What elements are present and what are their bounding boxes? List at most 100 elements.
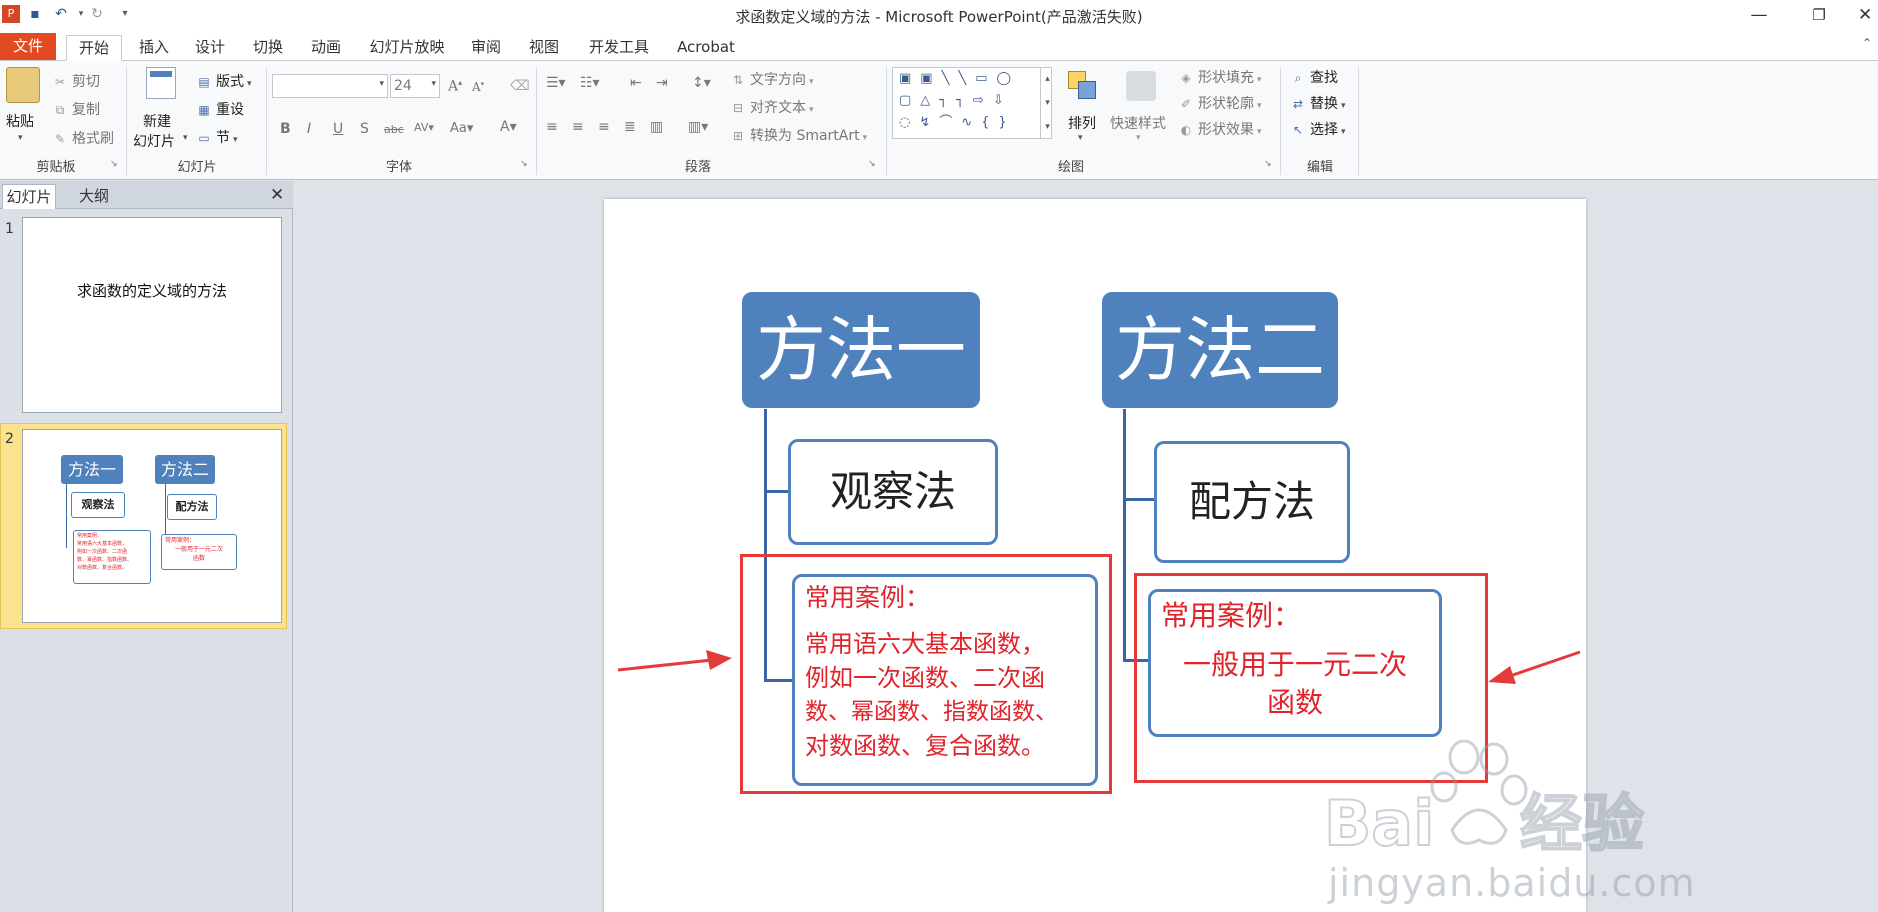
increase-indent-icon[interactable]: ⇥ — [656, 75, 668, 91]
ribbon-collapse-icon[interactable]: ⌃ — [1862, 36, 1872, 50]
tab-acrobat[interactable]: Acrobat — [668, 35, 744, 61]
italic-icon[interactable]: I — [307, 121, 311, 137]
thumb-case2-line: 一般用于一元二次 — [174, 546, 223, 553]
reset-button[interactable]: ▦ 重设 — [196, 99, 244, 119]
observation-method-box[interactable]: 观察法 — [788, 439, 998, 545]
chevron-down-icon: ▾ — [379, 79, 384, 89]
paste-label[interactable]: 粘贴 — [6, 111, 34, 131]
convert-smartart-button[interactable]: ⊞ 转换为 SmartArt ▾ — [730, 125, 867, 145]
baidu-watermark: Bai 经验 jingyan.baidu.com — [1323, 735, 1695, 905]
char-spacing-icon[interactable]: AV▾ — [414, 121, 434, 134]
strikethrough-icon[interactable]: abc — [384, 123, 404, 136]
arrange-label[interactable]: 排列 — [1068, 113, 1096, 133]
new-slide-label-1[interactable]: 新建 — [143, 111, 171, 131]
shrink-font-icon[interactable]: A▾ — [472, 80, 484, 94]
quick-styles-dropdown-icon[interactable]: ▾ — [1136, 133, 1141, 143]
font-size-combo[interactable]: 24 ▾ — [390, 74, 440, 98]
select-button[interactable]: ↖ 选择 ▾ — [1290, 119, 1346, 139]
arrange-icon[interactable] — [1068, 71, 1096, 101]
text-direction-button[interactable]: ⇅ 文字方向 ▾ — [730, 69, 814, 89]
cut-button[interactable]: ✂ 剪切 — [52, 71, 100, 91]
font-color-icon[interactable]: A▾ — [500, 119, 517, 135]
decrease-indent-icon[interactable]: ⇤ — [630, 75, 642, 91]
chevron-down-icon: ▾ — [247, 79, 252, 89]
tab-transitions[interactable]: 切换 — [244, 35, 292, 61]
numbering-icon[interactable]: ☷▾ — [580, 75, 600, 91]
slide-canvas[interactable]: 方法一 方法二 观察法 配方法 常用案例： 常用语六大基本函数， 例如一次函数、… — [604, 199, 1695, 912]
completing-square-method-box[interactable]: 配方法 — [1154, 441, 1350, 563]
quick-styles-label[interactable]: 快速样式 — [1110, 113, 1166, 133]
underline-icon[interactable]: U — [333, 121, 343, 137]
shape-icons-row-1[interactable]: ▣▣╲╲▭◯ — [893, 68, 1051, 90]
line-spacing-icon[interactable]: ↕▾ — [692, 75, 711, 91]
ribbon: 粘贴 ▾ ✂ 剪切 ⧉ 复制 ✎ 格式刷 剪贴板 ↘ 新建 幻灯片 ▾ ▤ 版式 ▾ ▦ 重… — [0, 61, 1878, 180]
section-icon: ▭ — [198, 131, 210, 145]
new-slide-dropdown-icon[interactable]: ▾ — [183, 133, 188, 143]
format-painter-button[interactable]: ✎ 格式刷 — [52, 128, 114, 148]
change-case-icon[interactable]: Aa▾ — [450, 121, 473, 136]
drawing-launcher-icon[interactable]: ↘ — [1264, 159, 1275, 170]
find-button[interactable]: ⌕ 查找 — [1290, 67, 1338, 87]
group-label-slides: 幻灯片 — [177, 160, 217, 175]
tab-design[interactable]: 设计 — [186, 35, 234, 61]
replace-button[interactable]: ⇄ 替换 ▾ — [1290, 93, 1346, 113]
shape-fill-button[interactable]: ◈ 形状填充 ▾ — [1178, 67, 1261, 87]
slide-thumbnail-2[interactable]: 方法一 方法二 观察法 配方法 常用案例： 常用语六大基本函数， 例如一次函数、… — [22, 429, 282, 623]
method2-title-box[interactable]: 方法二 — [1102, 292, 1338, 408]
font-launcher-icon[interactable]: ↘ — [520, 159, 531, 170]
watermark-url: jingyan.baidu.com — [1328, 861, 1696, 905]
tab-developer[interactable]: 开发工具 — [580, 35, 658, 61]
chevron-down-icon: ▾ — [1257, 127, 1262, 137]
slide-thumbnail-1[interactable]: 求函数的定义域的方法 — [22, 217, 282, 413]
chevron-down-icon: ▾ — [809, 77, 814, 87]
tab-view[interactable]: 视图 — [520, 35, 568, 61]
new-slide-label-2[interactable]: 幻灯片 — [133, 131, 175, 151]
shape-icons-row-3[interactable]: ◌↯⌒∿{} — [893, 112, 1051, 134]
paste-dropdown-icon[interactable]: ▾ — [18, 133, 23, 143]
align-center-icon[interactable]: ≡ — [572, 119, 584, 135]
restore-icon[interactable]: ❐ — [1804, 4, 1834, 26]
section-button[interactable]: ▭ 节 ▾ — [196, 127, 237, 147]
clear-format-icon[interactable]: ⌫ — [510, 78, 530, 94]
chevron-down-icon: ▾ — [862, 133, 868, 143]
tab-review[interactable]: 审阅 — [462, 35, 510, 61]
align-left-icon[interactable]: ≡ — [546, 119, 558, 135]
arrange-dropdown-icon[interactable]: ▾ — [1078, 133, 1083, 143]
tab-home[interactable]: 开始 — [66, 35, 122, 61]
copy-button[interactable]: ⧉ 复制 — [52, 99, 100, 119]
bullets-icon[interactable]: ☰▾ — [546, 75, 566, 91]
align-right-icon[interactable]: ≡ — [598, 119, 610, 135]
new-slide-icon[interactable] — [146, 67, 176, 99]
grow-font-icon[interactable]: A▴ — [448, 78, 462, 95]
tab-slides[interactable]: 幻灯片 — [2, 184, 56, 209]
shape-outline-button[interactable]: ✐ 形状轮廓 ▾ — [1178, 93, 1262, 113]
tab-animations[interactable]: 动画 — [302, 35, 350, 61]
shadow-icon[interactable]: S — [360, 121, 369, 137]
tab-outline[interactable]: 大纲 — [64, 184, 124, 209]
close-pane-icon[interactable]: ✕ — [270, 185, 284, 205]
shapes-gallery[interactable]: ▣▣╲╲▭◯ ▢△┐┐⇨⇩ ◌↯⌒∿{} — [892, 67, 1052, 139]
justify-icon[interactable]: ≣ — [624, 119, 636, 135]
tab-slideshow[interactable]: 幻灯片放映 — [362, 35, 452, 61]
quick-styles-icon[interactable] — [1126, 71, 1156, 101]
font-name-combo[interactable]: ▾ — [272, 74, 388, 98]
paste-icon[interactable] — [6, 67, 40, 103]
minimize-icon[interactable]: — — [1744, 4, 1774, 26]
close-icon[interactable]: ✕ — [1858, 4, 1878, 26]
method1-title-box[interactable]: 方法一 — [742, 292, 980, 408]
chevron-down-icon: ▾ — [1341, 127, 1346, 137]
bold-icon[interactable]: B — [280, 121, 291, 137]
shape-icons-row-2[interactable]: ▢△┐┐⇨⇩ — [893, 90, 1051, 112]
distributed-icon[interactable]: ▥ — [650, 119, 663, 135]
chevron-down-icon: ▾ — [431, 79, 436, 89]
shapes-gallery-scroll[interactable]: ▴ ▾ ▾ — [1040, 67, 1054, 139]
paragraph-launcher-icon[interactable]: ↘ — [868, 159, 879, 170]
layout-button[interactable]: ▤ 版式 ▾ — [196, 71, 252, 91]
align-text-button[interactable]: ⊟ 对齐文本 ▾ — [730, 97, 814, 117]
columns-icon[interactable]: ▥▾ — [688, 119, 708, 135]
slides-pane: 幻灯片 大纲 ✕ 1 求函数的定义域的方法 2 方法一 方法二 观察法 配方法 … — [0, 181, 293, 912]
shape-effects-button[interactable]: ◐ 形状效果 ▾ — [1178, 119, 1262, 139]
clipboard-launcher-icon[interactable]: ↘ — [110, 159, 121, 170]
tab-file[interactable]: 文件 — [0, 33, 56, 60]
tab-insert[interactable]: 插入 — [130, 35, 178, 61]
